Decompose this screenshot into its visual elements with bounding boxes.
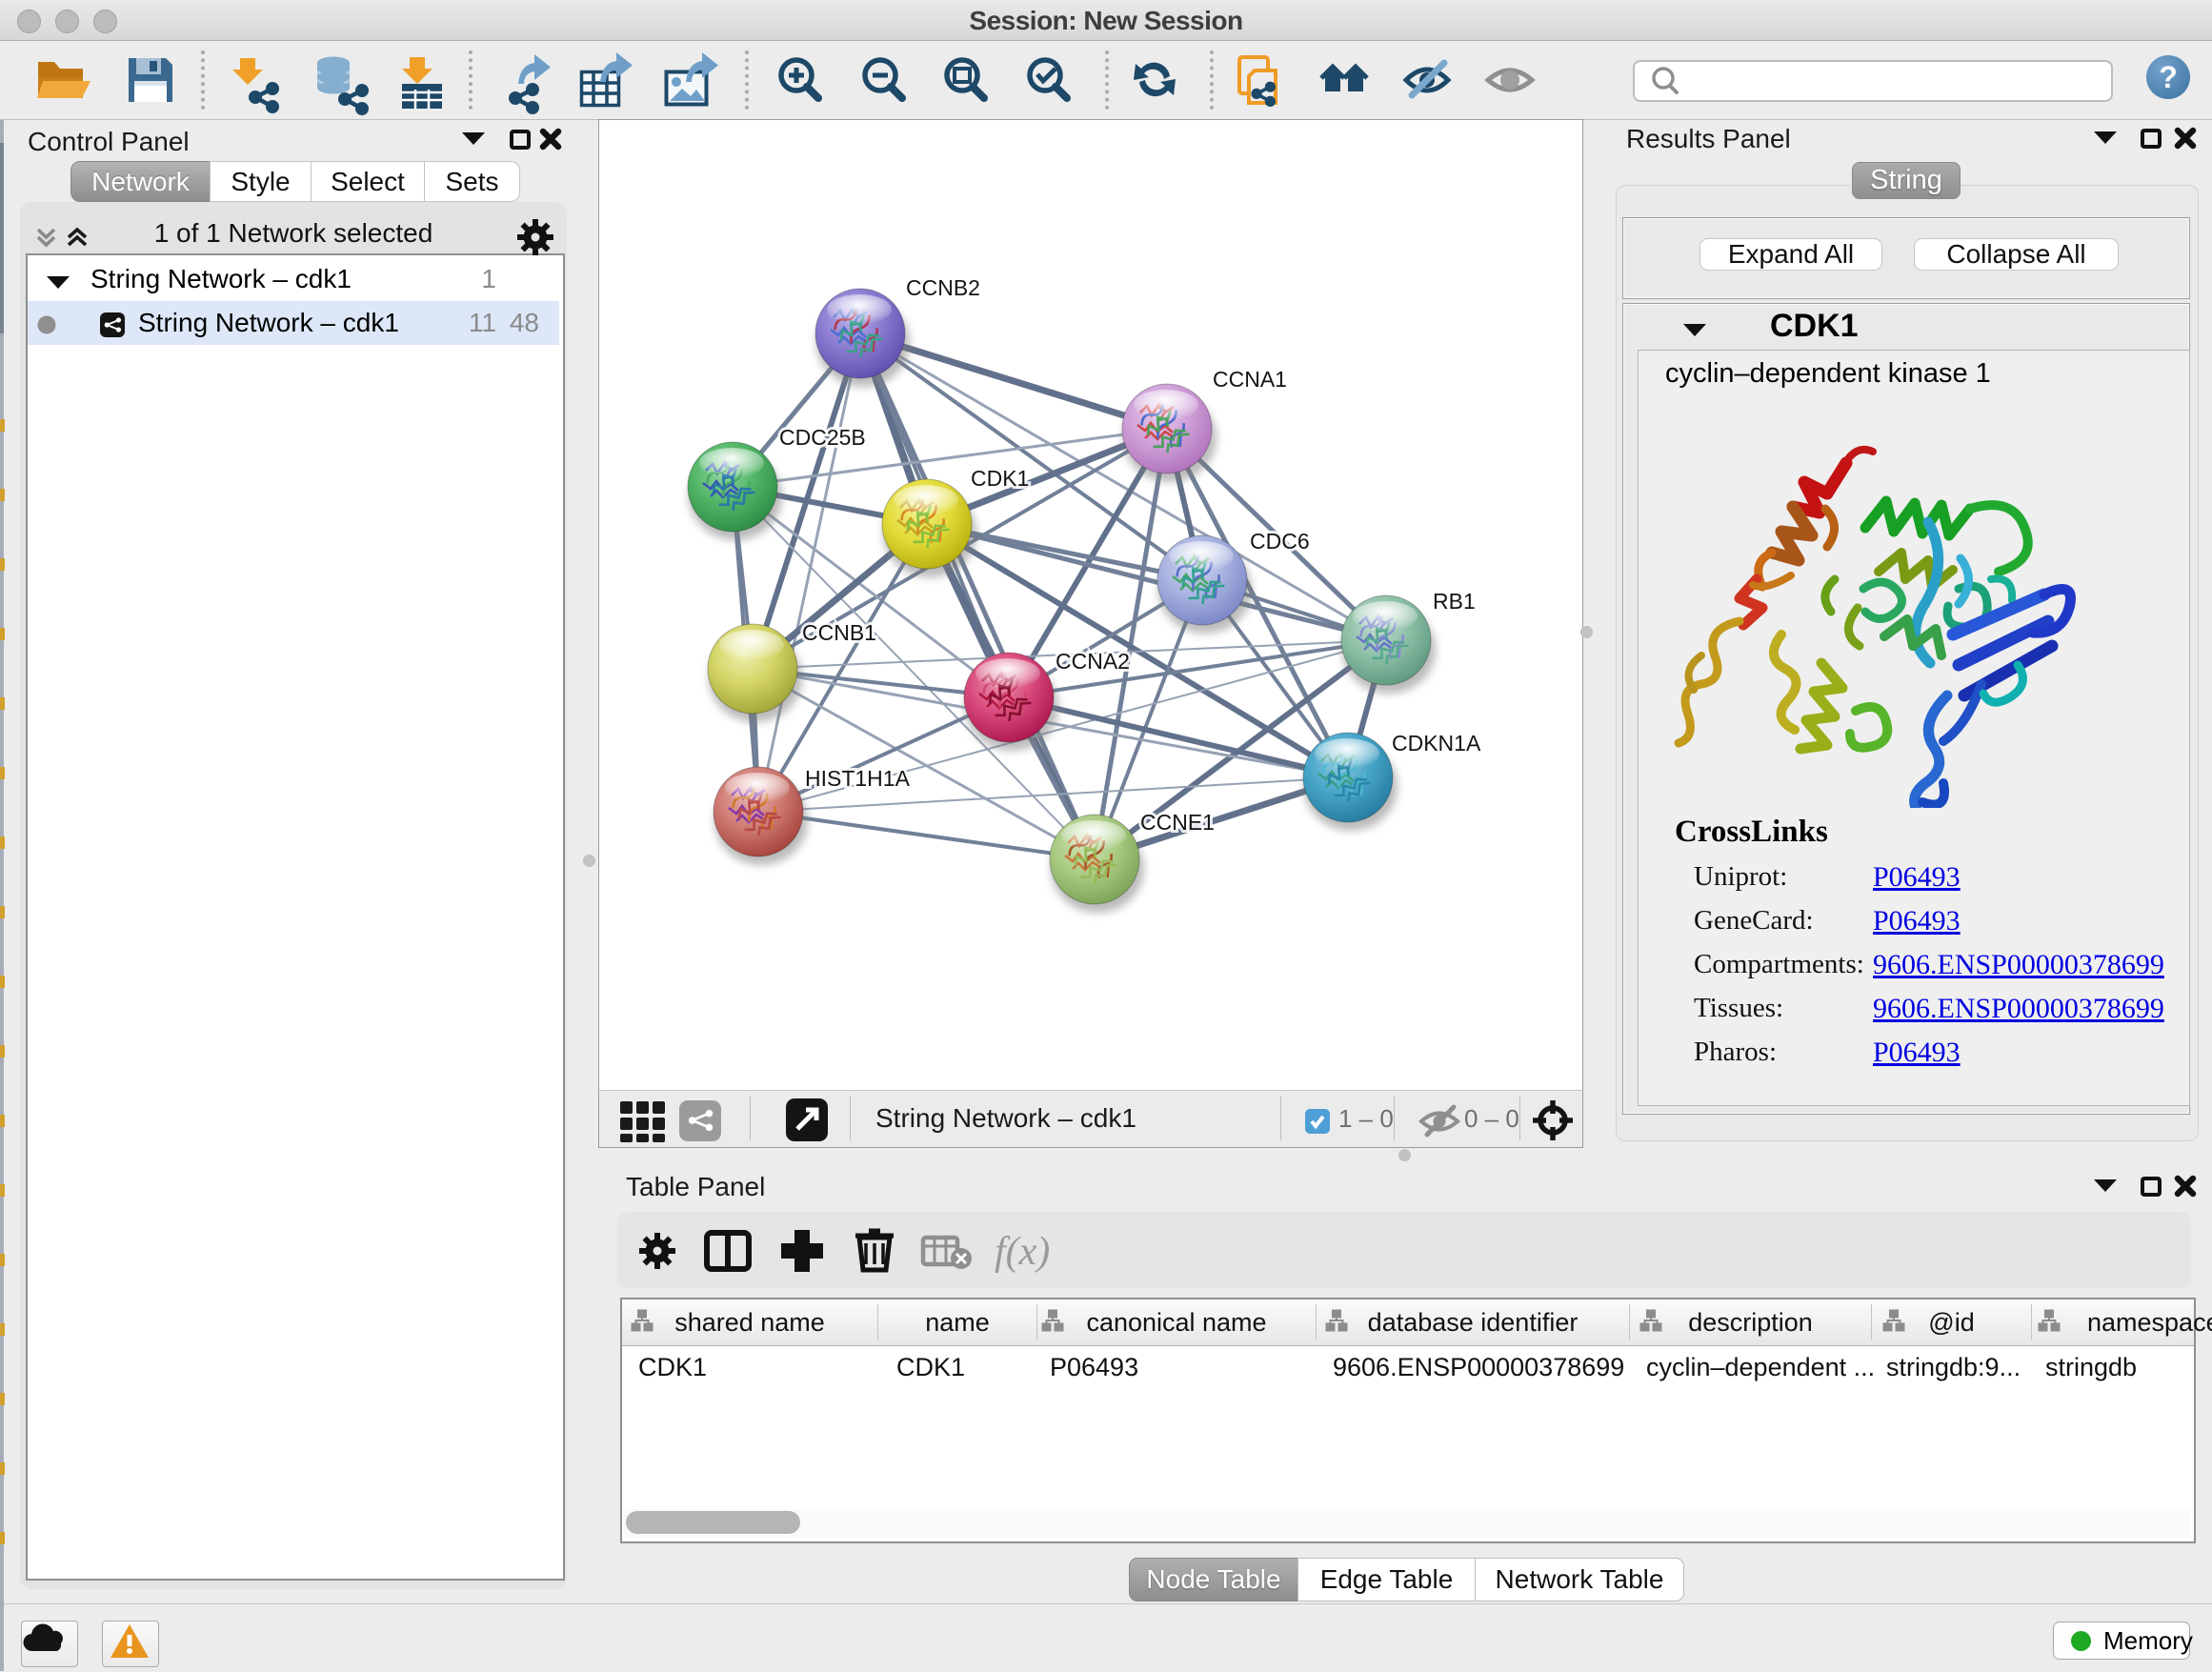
svg-text:CDC6: CDC6 [1250, 529, 1310, 554]
svg-text:CDKN1A: CDKN1A [1392, 731, 1481, 755]
svg-text:CCNA2: CCNA2 [1056, 649, 1130, 674]
svg-text:CCNE1: CCNE1 [1140, 810, 1215, 835]
svg-text:CCNB2: CCNB2 [906, 275, 980, 300]
svg-text:CDK1: CDK1 [971, 466, 1029, 491]
svg-text:CCNA1: CCNA1 [1213, 367, 1287, 392]
svg-text:HIST1H1A: HIST1H1A [805, 766, 911, 791]
svg-text:CDC25B: CDC25B [779, 425, 866, 450]
svg-text:RB1: RB1 [1433, 589, 1476, 614]
svg-text:CCNB1: CCNB1 [802, 620, 876, 645]
